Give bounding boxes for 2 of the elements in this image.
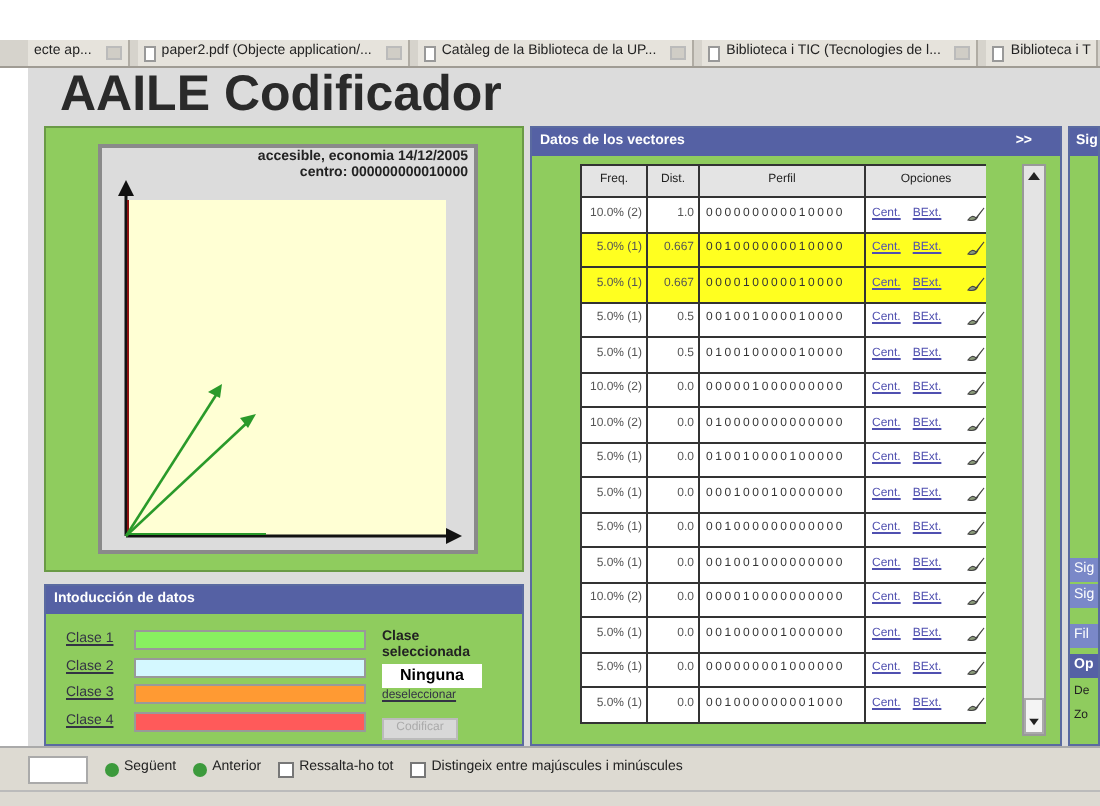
selected-class-value: Ninguna xyxy=(382,664,482,688)
page-title: AAILE Codificador xyxy=(58,68,504,120)
